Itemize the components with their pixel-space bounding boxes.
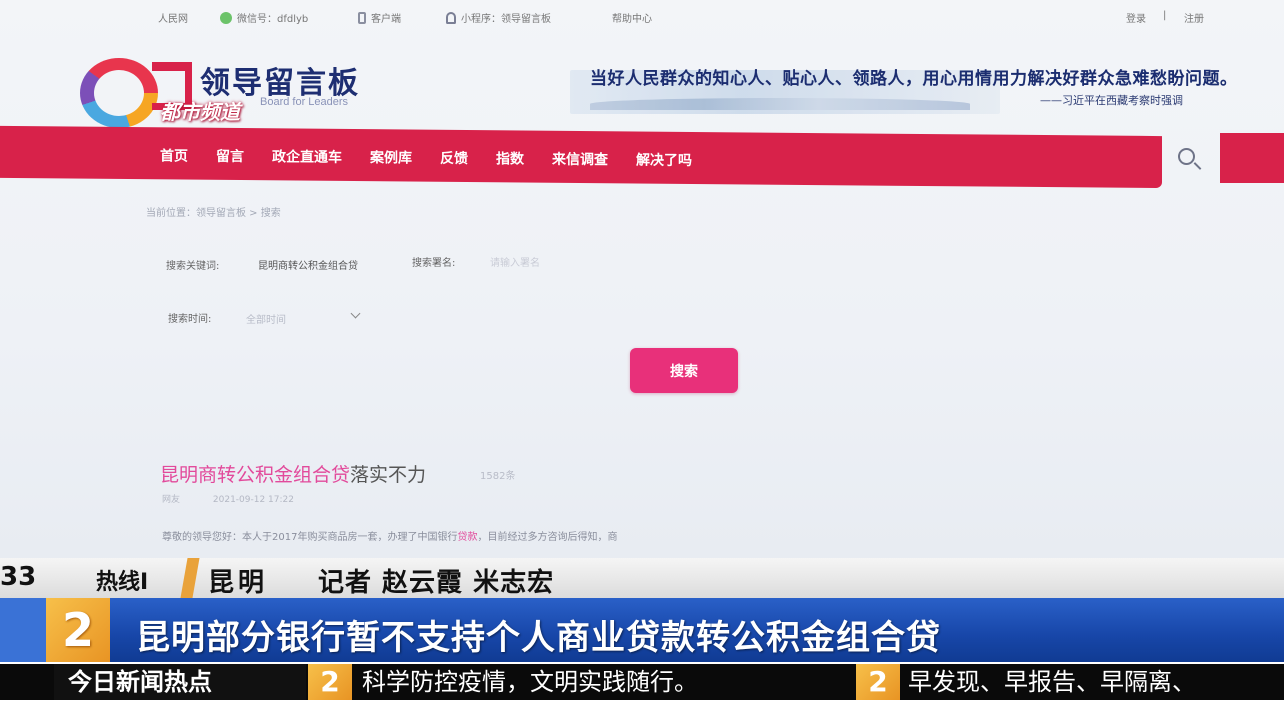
nav-right-block [1220,133,1284,183]
snippet-text-b: ，目前经过多方咨询后得知，商 [477,532,618,543]
people-link[interactable]: 人民网 [158,10,188,25]
client-link[interactable]: 客户端 [358,10,401,25]
result-count: 1582条 [480,471,516,482]
phone-icon [358,11,366,24]
snippet-highlight: 贷款 [457,532,478,543]
nav-gov-business[interactable]: 政企直通车 [258,146,356,167]
quote-source: ——习近平在西藏考察时强调 [1040,94,1183,107]
result-snippet: 尊敬的领导您好：本人于2017年购买商品房一套，办理了中国银行贷款，目前经过多方… [162,528,617,543]
channel-logo-icon: 2 [46,598,110,662]
headline-bar: 2 昆明部分银行暂不支持个人商业贷款转公积金组合贷 [0,598,1284,662]
ticker-item-2: 早发现、早报告、早隔离、 [908,668,1196,696]
main-nav: 首页 留言 政企直通车 案例库 反馈 指数 来信调查 解决了吗 [0,125,1162,189]
bar-divider [180,558,200,598]
nav-feedback[interactable]: 反馈 [426,148,482,168]
miniprogram-icon [446,11,456,24]
result-date: 2021-09-12 17:22 [212,495,294,505]
time-select[interactable]: 全部时间 [246,311,286,326]
name-input[interactable]: 请输入署名 [490,254,540,269]
client-label: 客户端 [371,14,401,25]
top-utility-bar: 人民网 微信号：dfdlyb 客户端 小程序：领导留言板 帮助中心 登录 | 注… [0,0,1284,34]
wechat-label: 微信号：dfdlyb [237,14,309,25]
nav-solved[interactable]: 解决了吗 [622,149,706,170]
wechat-icon [220,11,232,24]
register-link[interactable]: 注册 [1184,10,1204,25]
chevron-down-icon[interactable] [350,308,361,319]
location-label: 昆明 [208,568,269,598]
channel-watermark: 都市频道 [160,100,240,124]
nav-message[interactable]: 留言 [202,146,258,166]
nav-survey[interactable]: 来信调查 [538,149,622,170]
result-meta: 网友 2021-09-12 17:22 [162,492,324,505]
nav-home[interactable]: 首页 [146,145,202,165]
reporter-label: 记者 赵云霞 米志宏 [318,568,555,598]
search-submit-button[interactable]: 搜索 [630,348,738,393]
ticker-label: 今日新闻热点 [54,664,306,700]
nav-index[interactable]: 指数 [482,148,538,168]
webpage: 人民网 微信号：dfdlyb 客户端 小程序：领导留言板 帮助中心 登录 | 注… [0,0,1284,560]
help-link[interactable]: 帮助中心 [612,10,652,25]
result-title-rest: 落实不力 [350,464,427,486]
search-icon [1178,148,1195,165]
result-title[interactable]: 昆明商转公积金组合贷落实不力 [160,460,426,487]
result-author: 网友 [162,495,181,505]
channel-number: 33 [0,562,37,592]
hotline-label: 热线Ⅰ [96,570,149,595]
site-header: 领导留言板 Board for Leaders 都市频道 当好人民群众的知心人、… [0,44,1284,128]
login-link[interactable]: 登录 [1126,10,1146,25]
ticker-item-1: 科学防控疫情，文明实践随行。 [362,668,698,696]
headline-text: 昆明部分银行暂不支持个人商业贷款转公积金组合贷 [136,618,941,658]
wechat-link[interactable]: 微信号：dfdlyb [220,10,308,25]
site-logo-icon[interactable] [80,58,158,128]
time-label: 搜索时间: [168,314,212,325]
miniprogram-label: 小程序：领导留言板 [461,14,551,25]
nav-case-library[interactable]: 案例库 [356,147,426,168]
site-name-en: Board for Leaders [260,96,349,108]
breadcrumb: 当前位置：领导留言板 > 搜索 [146,208,281,219]
topbar-separator: | [1163,10,1167,21]
keyword-label: 搜索关键词: [166,261,220,272]
result-title-highlight: 昆明商转公积金组合贷 [160,464,351,486]
ticker-logo-icon-2: 2 [856,664,900,700]
ticker-bar: 今日新闻热点 2 科学防控疫情，文明实践随行。 2 早发现、早报告、早隔离、 [0,662,1284,720]
miniprogram-link[interactable]: 小程序：领导留言板 [446,10,551,25]
nav-search-button[interactable] [1176,146,1204,174]
header-quote: 当好人民群众的知心人、贴心人、领路人，用心用情用力解决好群众急难愁盼问题。 [590,69,1238,89]
ticker-logo-icon: 2 [308,664,352,700]
name-label: 搜索署名: [412,258,456,269]
headline-left-edge [0,598,46,662]
keyword-input[interactable]: 昆明商转公积金组合贷 [258,257,358,272]
snippet-text-a: 尊敬的领导您好：本人于2017年购买商品房一套，办理了中国银行 [162,532,458,543]
reporter-bar: 33 热线Ⅰ 昆明 记者 赵云霞 米志宏 [0,558,1284,598]
